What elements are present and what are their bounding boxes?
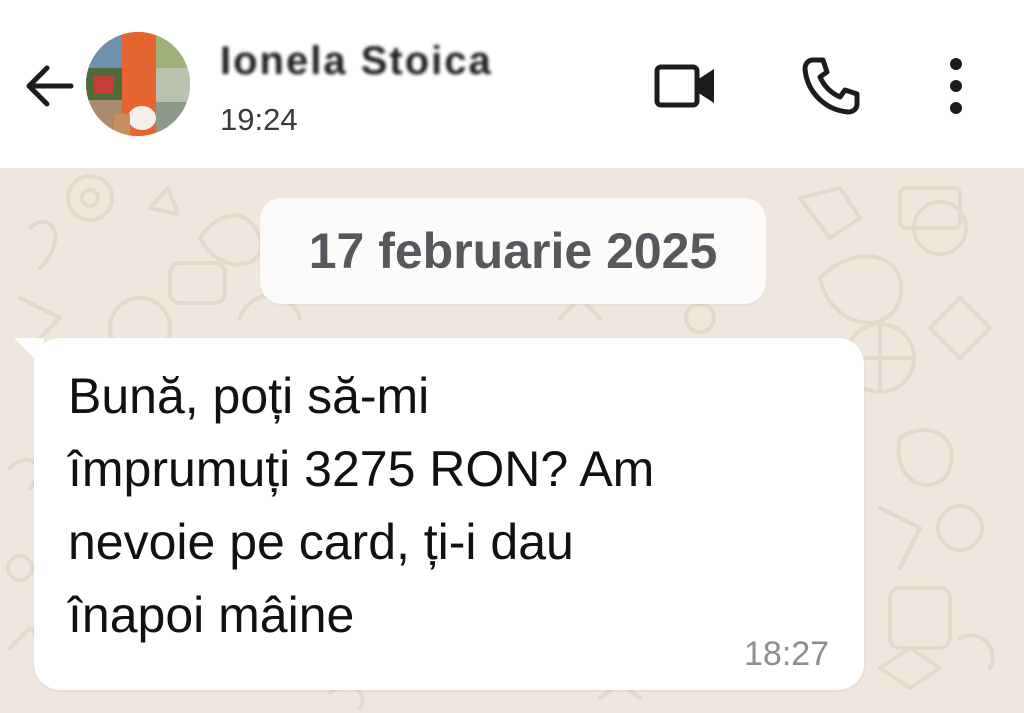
voice-call-button[interactable] <box>795 50 867 122</box>
message-line: nevoie pe card, ți-i dau <box>68 514 574 570</box>
contact-avatar[interactable] <box>86 32 190 136</box>
last-seen-time: 19:24 <box>220 102 298 137</box>
more-options-button[interactable] <box>920 50 992 122</box>
message-text[interactable]: Bună, poți să-mi împrumuți 3275 RON? Am … <box>68 360 848 652</box>
contact-name-text: Ionela Stoica <box>220 38 493 83</box>
video-camera-icon <box>654 64 714 108</box>
chat-header: Ionela Stoica 19:24 <box>0 0 1024 168</box>
more-vertical-icon <box>950 58 962 114</box>
contact-name[interactable]: Ionela Stoica <box>220 38 580 84</box>
message-line: împrumuți 3275 RON? Am <box>68 441 655 497</box>
message-line: Bună, poți să-mi <box>68 368 430 424</box>
date-separator: 17 februarie 2025 <box>260 198 766 304</box>
back-button[interactable] <box>18 55 80 117</box>
arrow-left-icon <box>26 65 74 107</box>
message-timestamp: 18:27 <box>744 635 830 673</box>
message-line: înapoi mâine <box>68 587 355 643</box>
date-separator-text: 17 februarie 2025 <box>308 223 718 279</box>
chat-area[interactable]: 17 februarie 2025 Bună, poți să-mi împru… <box>0 168 1024 713</box>
video-call-button[interactable] <box>650 50 722 122</box>
phone-icon <box>802 57 860 115</box>
